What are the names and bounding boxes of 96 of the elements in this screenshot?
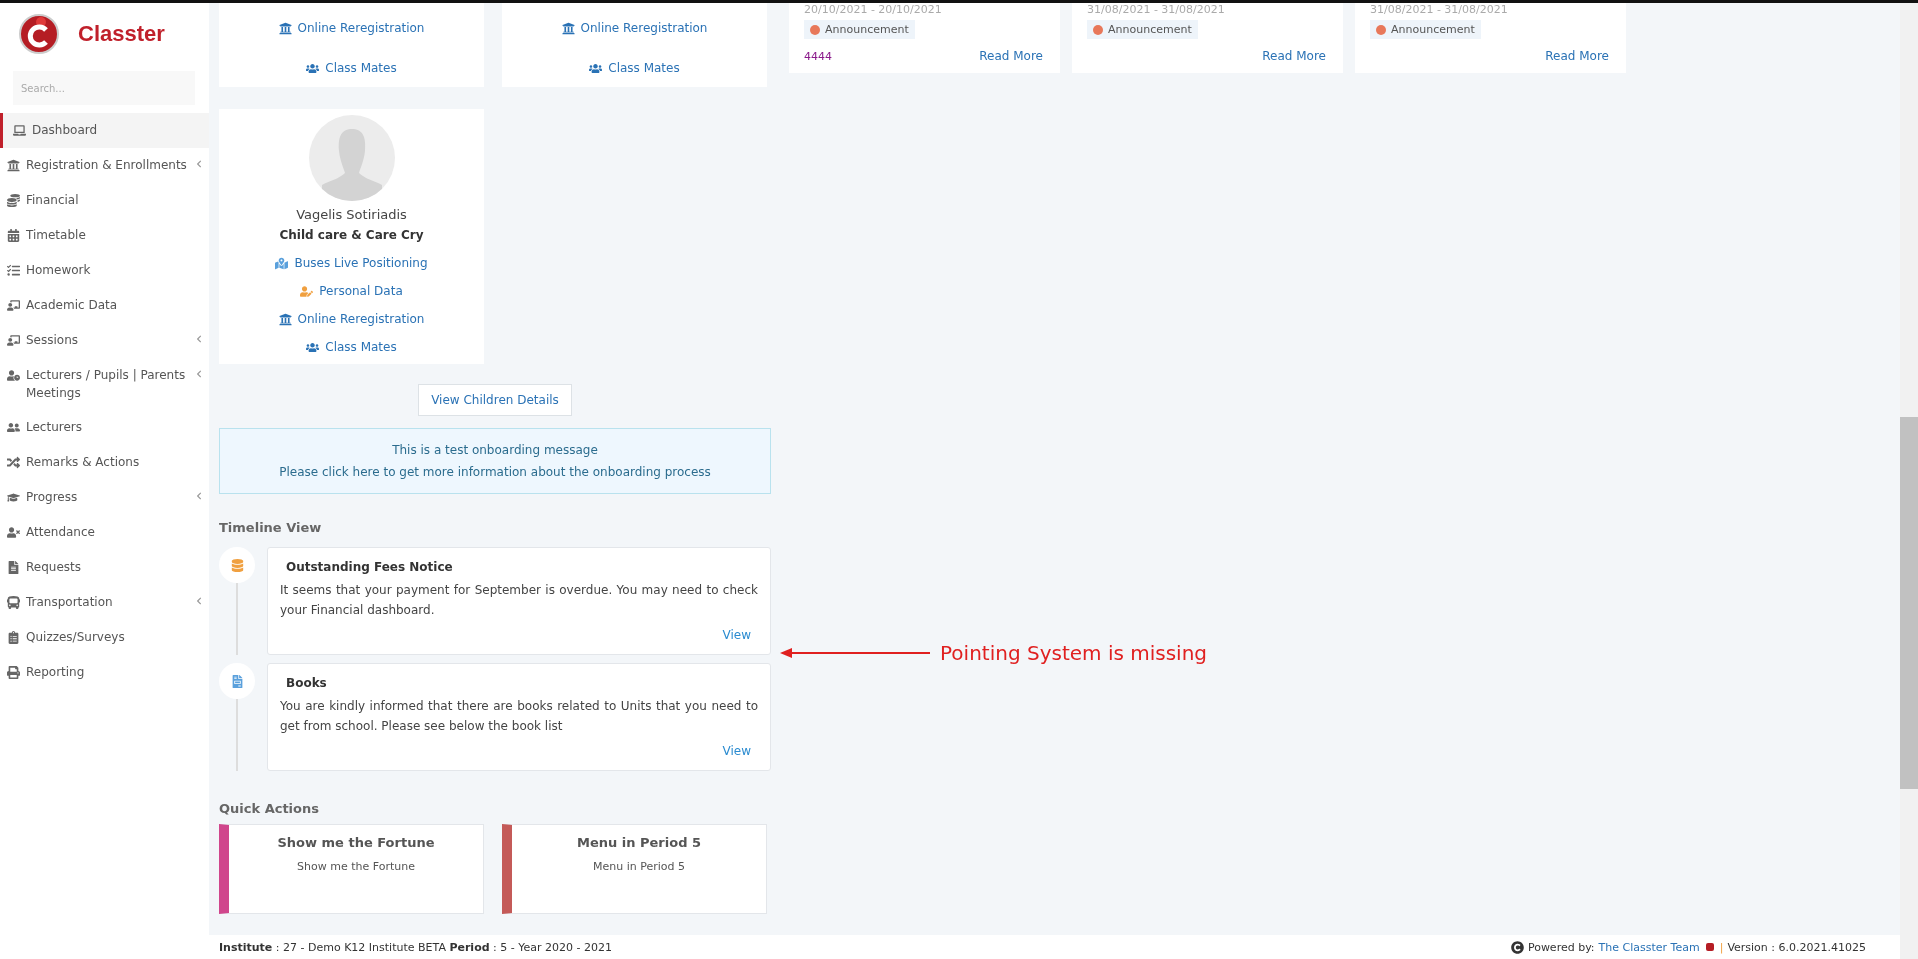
sidebar-item[interactable]: Registration & Enrollments (0, 148, 209, 183)
quick-action-title: Menu in Period 5 (576, 835, 701, 850)
bank-icon (561, 21, 575, 35)
card-link[interactable]: Buses Live Positioning (275, 256, 428, 270)
chevron-icon (195, 335, 203, 343)
read-more-link[interactable]: Read More (1545, 49, 1609, 63)
coins-icon (230, 558, 244, 572)
event-date: 31/08/2021 - 31/08/2021 (1087, 3, 1226, 16)
sidebar-item[interactable]: Timetable (0, 218, 209, 253)
chevron-icon (195, 492, 203, 500)
coins-icon (7, 194, 20, 207)
bus-icon (7, 596, 20, 609)
onboarding-link[interactable]: Please click here to get more information about the onboarding process (279, 465, 711, 479)
card-link[interactable]: Class Mates (589, 61, 680, 75)
quick-action-card[interactable]: Show me the Fortune Show me the Fortune (219, 824, 484, 914)
sidebar-item[interactable]: Quizzes/Surveys (0, 620, 209, 655)
read-more-link[interactable]: Read More (979, 49, 1043, 63)
event-date: 20/10/2021 - 20/10/2021 (804, 3, 943, 16)
quick-action-subtitle: Menu in Period 5 (593, 860, 685, 873)
laptop-icon (13, 124, 26, 137)
card-link[interactable]: Personal Data (300, 284, 403, 298)
copyright-icon (1510, 940, 1524, 954)
chevron-icon (195, 597, 203, 605)
shuffle-icon (7, 456, 20, 469)
event-note: 4444 (804, 50, 832, 63)
scrollbar[interactable] (1900, 3, 1918, 959)
group-icon (306, 61, 320, 75)
quick-action-subtitle: Show me the Fortune (297, 860, 415, 873)
sidebar-item[interactable]: Homework (0, 253, 209, 288)
child-name: Vagelis Sotiriadis (296, 207, 407, 222)
user-x-icon (7, 526, 20, 539)
sidebar-item[interactable]: Financial (0, 183, 209, 218)
school-name: Child care & Care Cry (279, 228, 424, 242)
card-link[interactable]: Class Mates (306, 61, 397, 75)
user-clock-icon (7, 369, 20, 382)
bank-icon (7, 159, 20, 172)
institute-info: Institute : 27 - Demo K12 Institute BETA Period : 5 - Year 2020 - 2021 (219, 940, 612, 954)
annotation-text: Pointing System is missing (940, 641, 1208, 665)
graduation-cap-icon (7, 491, 20, 504)
user-edit-icon (300, 284, 314, 298)
search-field[interactable]: Search... (13, 71, 195, 105)
logo-icon (1703, 941, 1716, 953)
timeline-title: Outstanding Fees Notice (286, 560, 454, 574)
quick-action-title: Show me the Fortune (277, 835, 435, 850)
logo-icon (18, 13, 60, 55)
calendar-icon (7, 229, 20, 242)
sidebar-item[interactable]: Transportation (0, 585, 209, 620)
presentation-icon (7, 334, 20, 347)
sidebar-item[interactable]: Progress (0, 480, 209, 515)
sidebar-item[interactable]: Reporting (0, 655, 209, 690)
users-icon (7, 421, 20, 434)
card-link[interactable]: Online Reregistration (278, 21, 425, 35)
powered-by-label: Powered by: (1527, 940, 1595, 954)
event-tag: Announcement (1370, 20, 1481, 39)
view-children-button[interactable]: View Children Details (418, 384, 572, 416)
view-link[interactable]: View (722, 744, 751, 758)
sidebar-item[interactable]: Lecturers (0, 410, 209, 445)
sidebar-item[interactable]: Remarks & Actions (0, 445, 209, 480)
timeline-text: You are kindly informed that there are books related to Units that you need to get from school. Please see below the book list (280, 698, 758, 735)
sidebar-item[interactable]: Dashboard (0, 113, 209, 148)
event-date: 31/08/2021 - 31/08/2021 (1370, 3, 1509, 16)
version-label: Version : 6.0.2021.41025 (1727, 940, 1866, 954)
brand-name: Classter (78, 21, 165, 47)
bank-icon (278, 312, 292, 326)
section-heading: Timeline View (219, 520, 323, 535)
event-tag: Announcement (1087, 20, 1198, 39)
event-tag: Announcement (804, 20, 915, 39)
view-link[interactable]: View (722, 628, 751, 642)
group-icon (589, 61, 603, 75)
sidebar-item[interactable]: Requests (0, 550, 209, 585)
onboarding-message: This is a test onboarding message (392, 443, 598, 457)
map-pin-icon (275, 256, 289, 270)
quick-action-card[interactable]: Menu in Period 5 Menu in Period 5 (502, 824, 767, 914)
group-icon (306, 340, 320, 354)
sidebar-item[interactable]: Attendance (0, 515, 209, 550)
timeline-text: It seems that your payment for September is overdue. You may need to check your Financial dashboard. (280, 582, 758, 619)
chevron-icon (195, 370, 203, 378)
team-link[interactable]: The Classter Team (1598, 940, 1700, 954)
sidebar-item[interactable]: Lecturers / Pupils | Parents Meetings (0, 358, 209, 410)
document-icon (230, 674, 244, 688)
presentation-icon (7, 299, 20, 312)
section-heading: Quick Actions (219, 801, 320, 816)
card-link[interactable]: Class Mates (306, 340, 397, 354)
sidebar-item[interactable]: Sessions (0, 323, 209, 358)
checklist-icon (7, 631, 20, 644)
read-more-link[interactable]: Read More (1262, 49, 1326, 63)
checklist-icon (7, 264, 20, 277)
chevron-icon (195, 160, 203, 168)
bank-icon (278, 21, 292, 35)
printer-icon (7, 666, 20, 679)
sidebar-item[interactable]: Academic Data (0, 288, 209, 323)
timeline-title: Books (286, 676, 328, 690)
card-link[interactable]: Online Reregistration (278, 312, 425, 326)
card-link[interactable]: Online Reregistration (561, 21, 708, 35)
document-icon (7, 561, 20, 574)
separator: | (1719, 940, 1724, 954)
